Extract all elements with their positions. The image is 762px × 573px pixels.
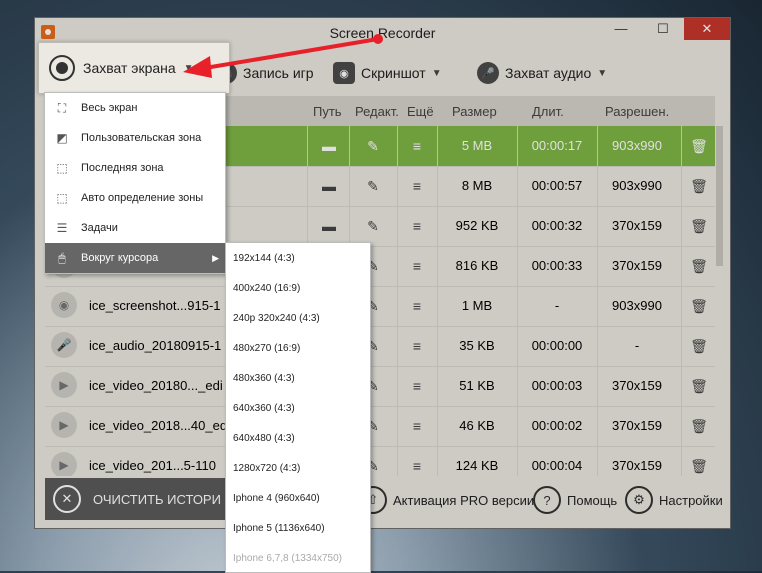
arrow-line (204, 37, 379, 70)
arrow-head (183, 56, 212, 78)
arrow-origin-dot (373, 34, 383, 44)
annotation-arrow (183, 34, 383, 78)
